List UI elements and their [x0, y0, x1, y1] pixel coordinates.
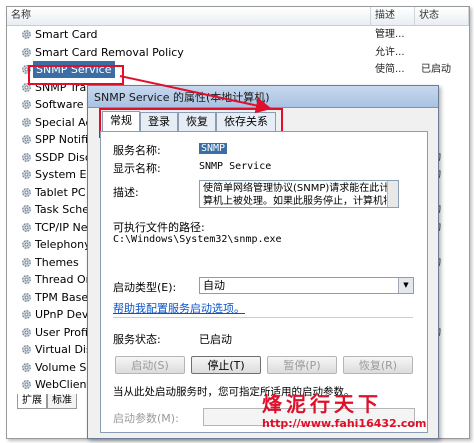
arrow-to-dialog [119, 75, 272, 114]
watermark-url: http://www.fahi16432.com [262, 417, 427, 430]
watermark-logo: 烽泥行天下 [262, 392, 382, 416]
callout-arrows [119, 75, 272, 114]
